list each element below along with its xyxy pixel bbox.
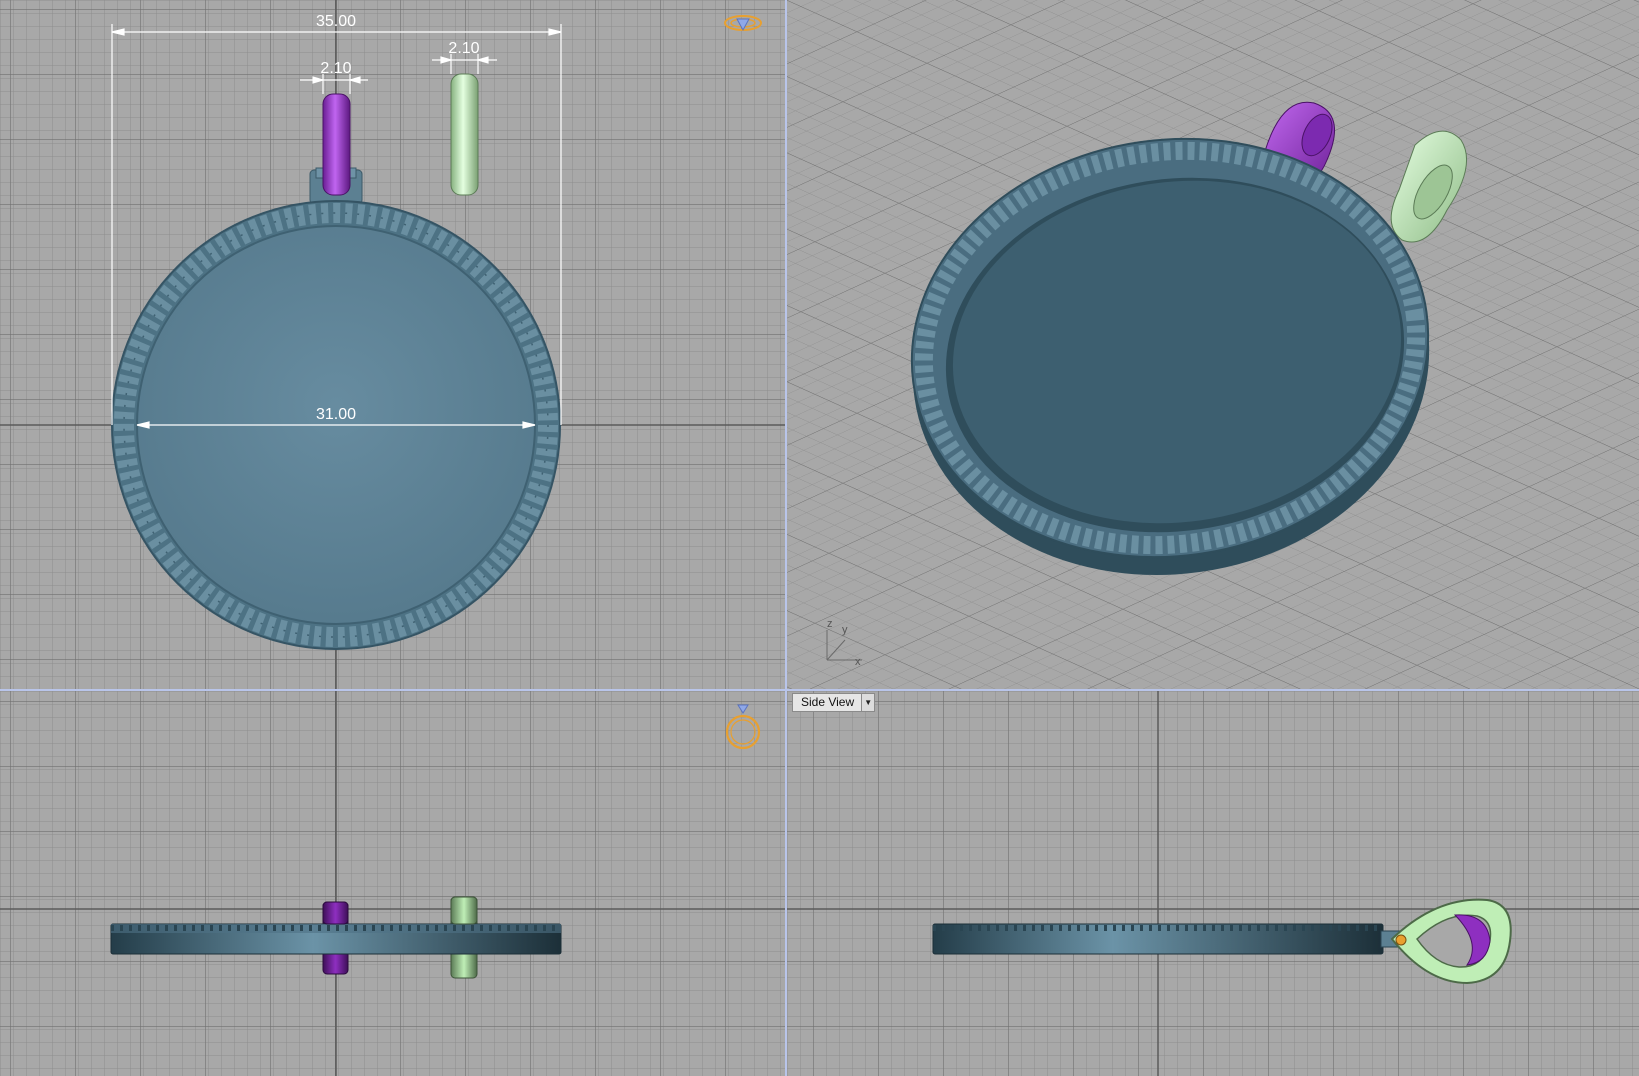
- axis-label-y: y: [842, 624, 848, 636]
- green-bail[interactable]: [450, 73, 479, 196]
- front-viewport[interactable]: [0, 691, 785, 1076]
- ring-with-diamond-icon-graphic: [724, 15, 762, 32]
- viewport-divider-horizontal[interactable]: [0, 689, 1639, 691]
- dim-label-inner-diameter: 31.00: [315, 406, 357, 423]
- chevron-down-icon[interactable]: ▼: [862, 693, 876, 712]
- ring-with-diamond-icon[interactable]: [722, 10, 764, 36]
- viewport-divider-vertical[interactable]: [785, 0, 787, 1076]
- pendant-disc-front[interactable]: [110, 923, 562, 955]
- perspective-viewport-canvas: [787, 0, 1639, 689]
- pendant-disc-side[interactable]: [932, 923, 1384, 955]
- perspective-viewport[interactable]: z y x: [787, 0, 1639, 689]
- dim-label-purple-bail: 2.10: [320, 60, 352, 77]
- dim-label-green-bail: 2.10: [448, 40, 480, 57]
- front-viewport-canvas: [0, 691, 785, 1076]
- ring-front-icon[interactable]: [722, 703, 764, 751]
- axis-label-z: z: [827, 618, 833, 630]
- side-viewport-canvas: [787, 691, 1639, 1076]
- purple-bail[interactable]: [322, 93, 351, 196]
- top-viewport[interactable]: 35.00 31.00 2.10 2.10: [0, 0, 785, 689]
- view-selector-dropdown[interactable]: Side View ▼: [792, 693, 953, 712]
- view-selector-label: Side View: [792, 693, 863, 712]
- axis-label-x: x: [855, 656, 861, 668]
- dim-label-overall-width: 35.00: [315, 13, 357, 30]
- ring-front-icon-graphic: [725, 704, 761, 750]
- side-viewport[interactable]: Side View ▼: [787, 691, 1639, 1076]
- top-viewport-canvas: [0, 0, 785, 689]
